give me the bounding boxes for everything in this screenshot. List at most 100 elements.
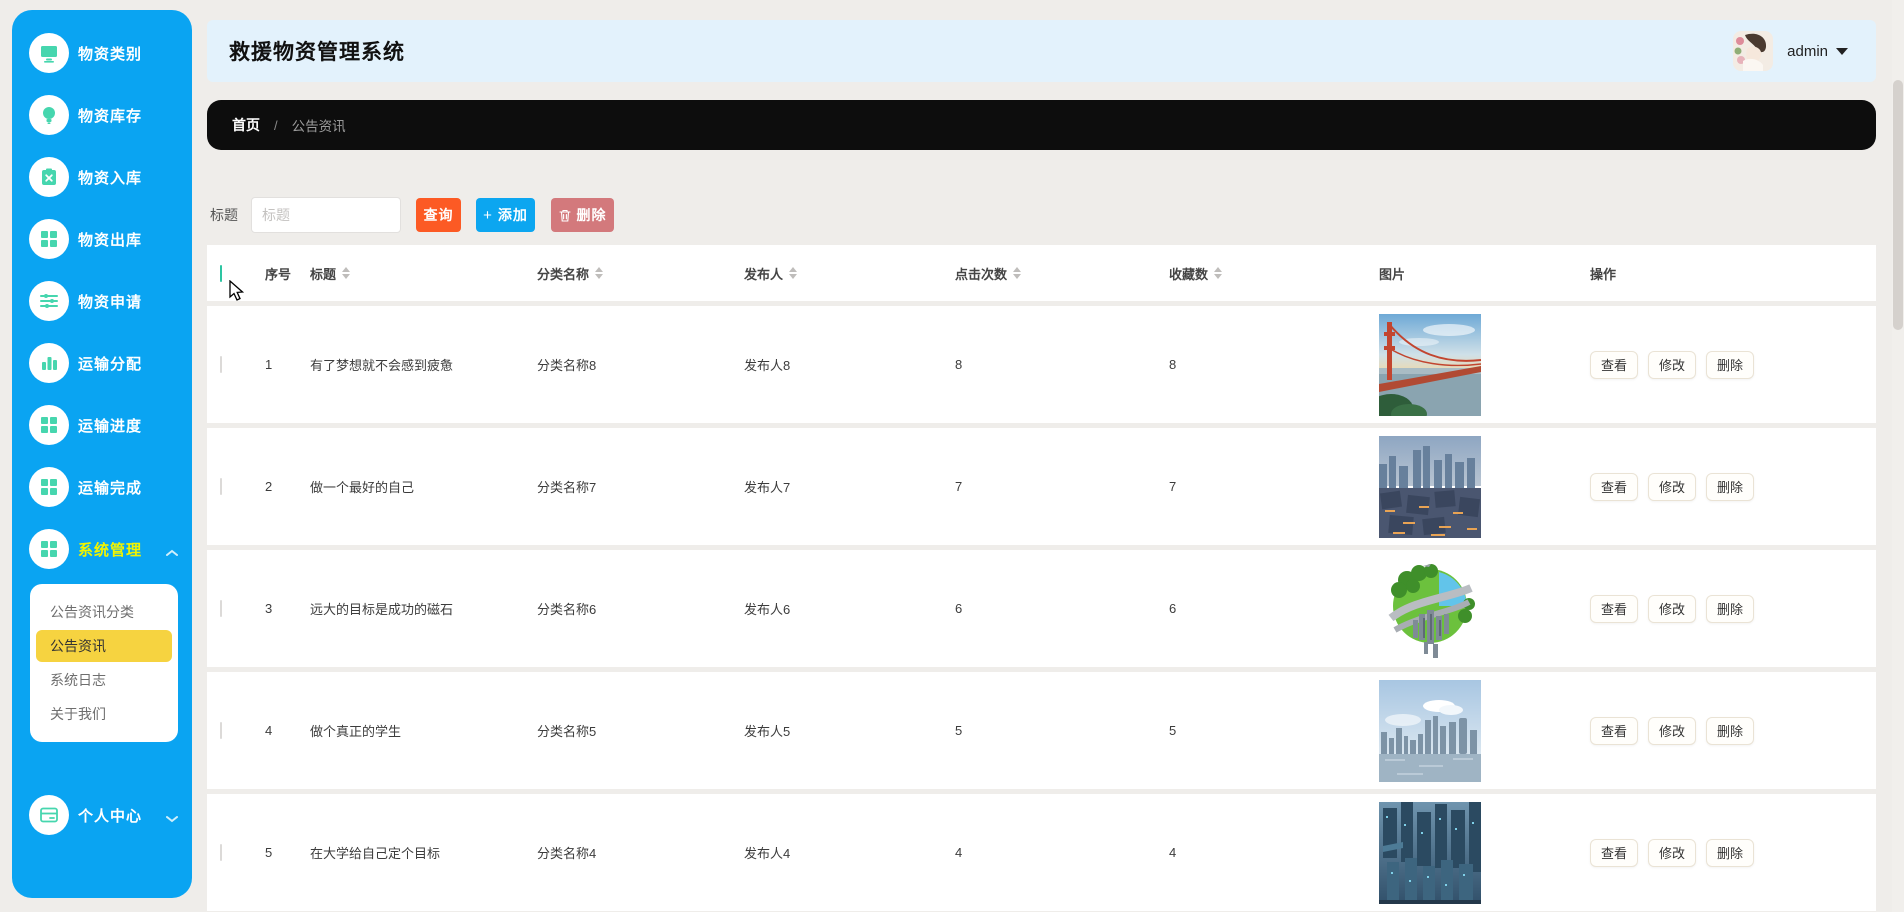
delete-row-button[interactable]: 删除 — [1706, 594, 1755, 623]
submenu-item-announcement-category[interactable]: 公告资讯分类 — [36, 596, 172, 628]
scrollbar-thumb[interactable] — [1893, 80, 1903, 330]
sidebar-item-label: 物资申请 — [78, 293, 143, 311]
column-header-favorites[interactable]: 收藏数 — [1169, 264, 1379, 283]
announcement-image — [1379, 801, 1590, 904]
card-icon — [29, 795, 69, 835]
breadcrumb-current: 公告资讯 — [291, 119, 346, 134]
title-filter-label: 标题 — [210, 207, 238, 223]
bulb-icon — [29, 95, 69, 135]
sidebar-item-material-outbound[interactable]: 物资出库 — [12, 208, 192, 270]
table-row: 1 有了梦想就不会感到疲惫 分类名称8 发布人8 8 8 查看 修改 删除 — [207, 306, 1876, 423]
cell-no: 3 — [265, 601, 273, 616]
chevron-up-icon — [166, 544, 178, 562]
sort-icon[interactable] — [1013, 267, 1022, 279]
edit-button[interactable]: 修改 — [1648, 594, 1697, 623]
grid-icon — [29, 405, 69, 445]
sidebar-item-personal-center[interactable]: 个人中心 — [12, 784, 192, 846]
cell-clicks: 8 — [955, 357, 963, 372]
column-header-clicks[interactable]: 点击次数 — [955, 264, 1169, 283]
delete-row-button[interactable]: 删除 — [1706, 350, 1755, 379]
column-header-publisher[interactable]: 发布人 — [744, 264, 955, 283]
cell-publisher: 发布人6 — [744, 602, 791, 617]
user-menu[interactable]: admin — [1733, 20, 1848, 82]
submenu-item-announcements[interactable]: 公告资讯 — [36, 630, 172, 662]
sidebar-item-material-inbound[interactable]: 物资入库 — [12, 146, 192, 208]
row-checkbox[interactable] — [220, 722, 222, 739]
edit-button[interactable]: 修改 — [1648, 716, 1697, 745]
cell-favorites: 6 — [1169, 601, 1177, 616]
delete-row-button[interactable]: 删除 — [1706, 472, 1755, 501]
table-row: 2 做一个最好的自己 分类名称7 发布人7 7 7 查看 修改 删除 — [207, 428, 1876, 545]
view-button[interactable]: 查看 — [1590, 838, 1639, 867]
cell-actions: 查看 修改 删除 — [1590, 838, 1876, 867]
sort-icon[interactable] — [1214, 267, 1223, 279]
sidebar-item-transport-progress[interactable]: 运输进度 — [12, 394, 192, 456]
sidebar-item-label: 物资入库 — [78, 169, 143, 187]
cell-category: 分类名称4 — [537, 846, 597, 861]
sort-icon[interactable] — [595, 267, 604, 279]
select-all-checkbox[interactable] — [220, 264, 222, 282]
cell-favorites: 5 — [1169, 723, 1177, 738]
avatar[interactable] — [1733, 31, 1774, 71]
cell-category: 分类名称5 — [537, 724, 597, 739]
sort-icon[interactable] — [342, 267, 351, 279]
delete-row-button[interactable]: 删除 — [1706, 838, 1755, 867]
plus-icon: + — [483, 206, 493, 224]
trash-icon — [558, 209, 571, 222]
sidebar-item-transport-complete[interactable]: 运输完成 — [12, 456, 192, 518]
title-search-input[interactable] — [251, 197, 401, 233]
search-button[interactable]: 查询 — [416, 198, 461, 232]
sidebar-item-label: 系统管理 — [78, 541, 143, 559]
edit-button[interactable]: 修改 — [1648, 838, 1697, 867]
row-checkbox[interactable] — [220, 478, 222, 495]
table-row: 4 做个真正的学生 分类名称5 发布人5 5 5 查看 修改 删除 — [207, 672, 1876, 789]
user-name: admin — [1787, 42, 1828, 60]
grid-icon — [29, 219, 69, 259]
cell-publisher: 发布人4 — [744, 846, 791, 861]
grid-icon — [29, 529, 69, 569]
cell-publisher: 发布人8 — [744, 358, 791, 373]
edit-button[interactable]: 修改 — [1648, 350, 1697, 379]
row-checkbox[interactable] — [220, 356, 222, 373]
column-header-category[interactable]: 分类名称 — [537, 264, 744, 283]
delete-row-button[interactable]: 删除 — [1706, 716, 1755, 745]
edit-button[interactable]: 修改 — [1648, 472, 1697, 501]
bar-chart-icon — [29, 343, 69, 383]
filter-bar: 标题 查询 +添加 删除 — [207, 194, 614, 236]
breadcrumb-home-link[interactable]: 首页 — [232, 115, 260, 135]
sliders-icon — [29, 281, 69, 321]
cell-title: 做一个最好的自己 — [310, 480, 415, 495]
sidebar-item-transport-allocation[interactable]: 运输分配 — [12, 332, 192, 394]
cell-title: 在大学给自己定个目标 — [310, 846, 441, 861]
view-button[interactable]: 查看 — [1590, 472, 1639, 501]
sidebar-item-label: 个人中心 — [78, 807, 143, 825]
sidebar-item-material-inventory[interactable]: 物资库存 — [12, 84, 192, 146]
submenu-item-about-us[interactable]: 关于我们 — [36, 698, 172, 730]
announcements-table: 序号 标题 分类名称 发布人 点击次数 收藏数 图片 操作 1 有了梦想就不会感… — [207, 245, 1876, 912]
system-management-submenu: 公告资讯分类 公告资讯 系统日志 关于我们 — [30, 584, 178, 742]
announcement-image — [1379, 557, 1590, 660]
delete-button[interactable]: 删除 — [551, 198, 614, 232]
cell-actions: 查看 修改 删除 — [1590, 350, 1876, 379]
sidebar-item-material-category[interactable]: 物资类别 — [12, 22, 192, 84]
submenu-item-system-log[interactable]: 系统日志 — [36, 664, 172, 696]
page-title: 救援物资管理系统 — [229, 41, 405, 64]
sidebar-item-label: 物资类别 — [78, 45, 143, 63]
view-button[interactable]: 查看 — [1590, 594, 1639, 623]
add-button[interactable]: + 添加 — [476, 198, 535, 232]
row-checkbox[interactable] — [220, 844, 222, 861]
column-header-actions: 操作 — [1590, 266, 1617, 282]
sidebar-item-system-management[interactable]: 系统管理 — [12, 518, 192, 580]
column-header-image: 图片 — [1379, 266, 1406, 282]
cell-favorites: 8 — [1169, 357, 1177, 372]
grid-icon — [29, 467, 69, 507]
view-button[interactable]: 查看 — [1590, 350, 1639, 379]
view-button[interactable]: 查看 — [1590, 716, 1639, 745]
table-row: 3 远大的目标是成功的磁石 分类名称6 发布人6 6 6 查看 修改 删除 — [207, 550, 1876, 667]
column-header-title[interactable]: 标题 — [310, 264, 537, 283]
sidebar-item-material-request[interactable]: 物资申请 — [12, 270, 192, 332]
sort-icon[interactable] — [789, 267, 798, 279]
row-checkbox[interactable] — [220, 600, 222, 617]
vertical-scrollbar[interactable] — [1892, 0, 1904, 912]
top-header: 救援物资管理系统 admin — [207, 20, 1876, 82]
